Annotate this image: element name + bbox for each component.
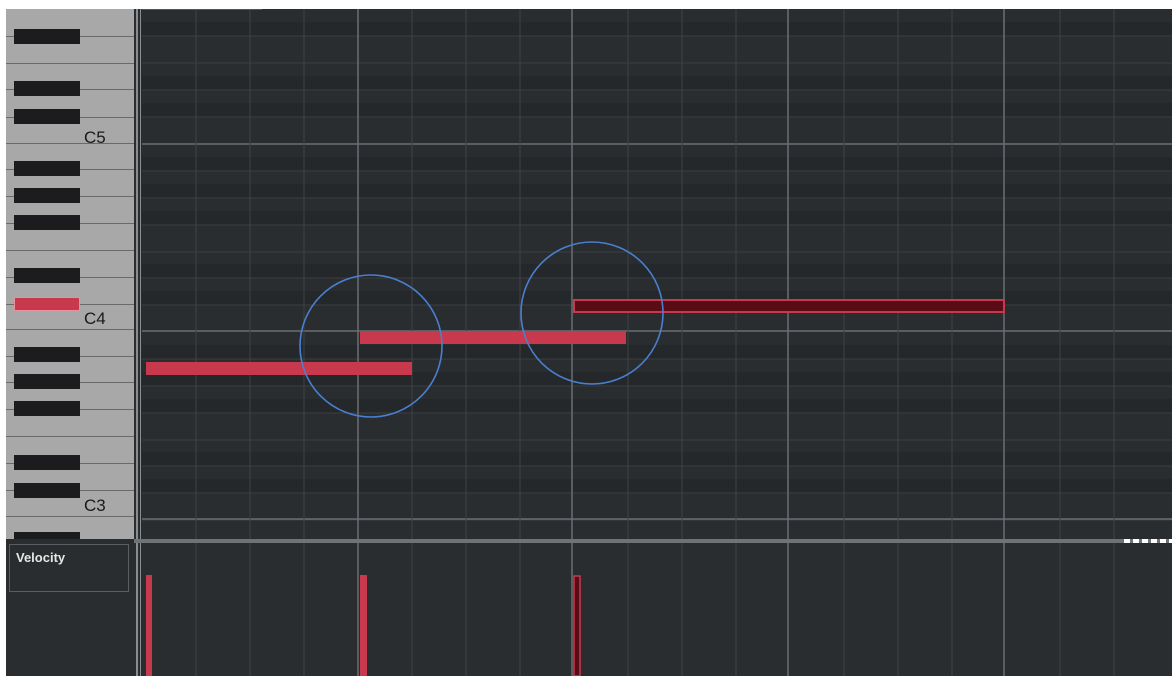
white-key-divider xyxy=(6,436,134,437)
white-key-divider xyxy=(6,250,134,251)
octave-label-c3: C3 xyxy=(84,496,106,515)
note-grid[interactable] xyxy=(142,9,1172,539)
midi-note[interactable] xyxy=(146,362,412,375)
black-key[interactable] xyxy=(14,188,80,203)
black-key[interactable] xyxy=(14,532,80,539)
black-key[interactable] xyxy=(14,374,80,389)
piano-keyboard[interactable]: C5 C4 C3 xyxy=(6,9,134,539)
black-key[interactable] xyxy=(14,215,80,230)
midi-note-selected[interactable] xyxy=(573,299,1005,313)
white-key-divider xyxy=(6,143,134,144)
velocity-lane-header: Velocity xyxy=(6,543,134,676)
velocity-lane[interactable] xyxy=(142,543,1172,676)
black-key[interactable] xyxy=(14,347,80,362)
white-key-divider xyxy=(6,329,134,330)
keyboard-divider xyxy=(136,9,141,676)
black-key[interactable] xyxy=(14,81,80,96)
velocity-bar-selected[interactable] xyxy=(573,575,581,676)
black-key[interactable] xyxy=(14,109,80,124)
midi-note[interactable] xyxy=(360,331,626,344)
black-key[interactable] xyxy=(14,455,80,470)
velocity-bar[interactable] xyxy=(146,575,152,676)
black-key[interactable] xyxy=(14,268,80,283)
piano-roll-editor: C5 C4 C3 Velocity xyxy=(6,9,1172,676)
black-key[interactable] xyxy=(14,161,80,176)
velocity-grid xyxy=(195,543,1115,676)
velocity-bar[interactable] xyxy=(360,575,367,676)
velocity-grid-bars xyxy=(357,543,1005,676)
white-key-divider xyxy=(6,63,134,64)
octave-label-c4: C4 xyxy=(84,309,106,328)
black-key[interactable] xyxy=(14,29,80,44)
white-key-divider xyxy=(6,516,134,517)
octave-label-c5: C5 xyxy=(84,128,106,147)
velocity-label[interactable]: Velocity xyxy=(9,544,129,592)
grid-rows xyxy=(142,22,1172,493)
black-key[interactable] xyxy=(14,401,80,416)
black-key-active[interactable] xyxy=(14,297,80,311)
black-key[interactable] xyxy=(14,483,80,498)
